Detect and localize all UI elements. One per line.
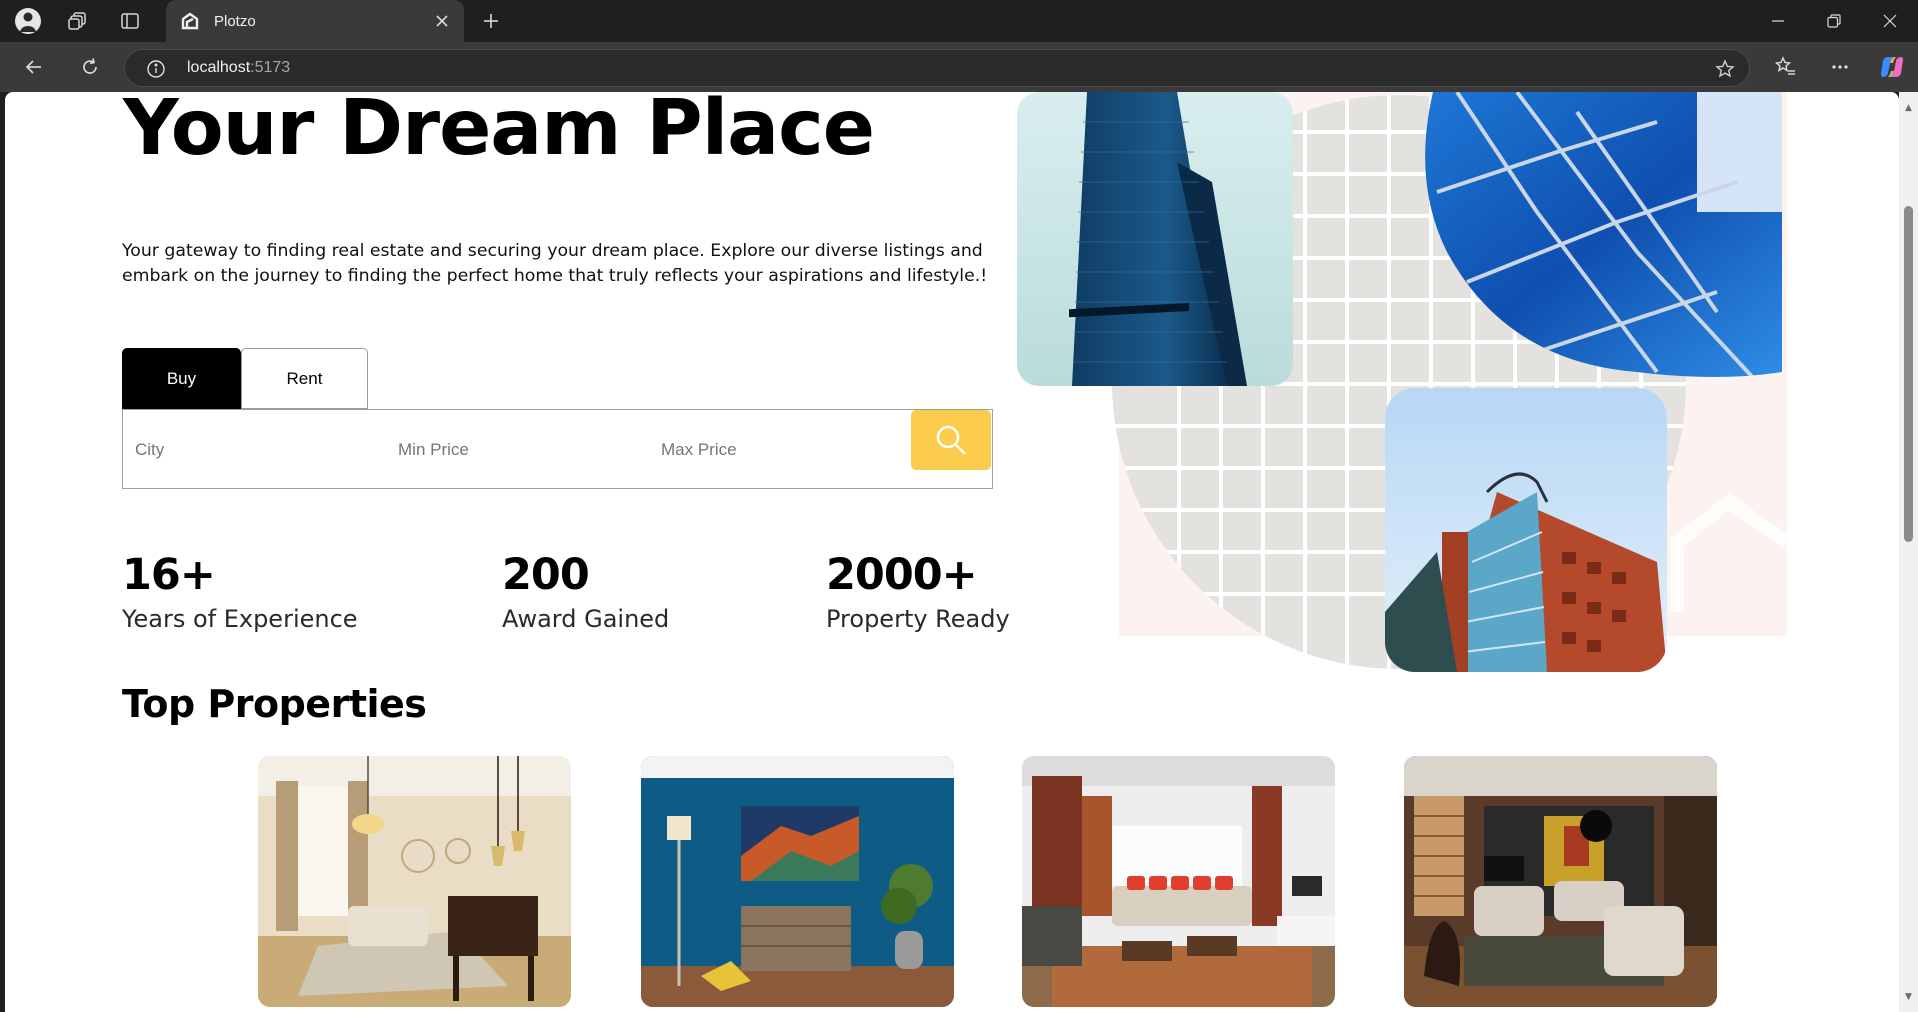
restore-window-icon[interactable] [1806, 0, 1862, 42]
search-button[interactable] [911, 410, 991, 470]
stat-value: 16+ [122, 550, 216, 600]
close-window-icon[interactable] [1862, 0, 1918, 42]
stat-label: Years of Experience [122, 605, 358, 633]
stat-properties: 2000+ Property Ready [826, 550, 1010, 635]
scrollbar-thumb[interactable] [1904, 206, 1913, 542]
stat-label: Property Ready [826, 605, 1010, 633]
scroll-up-arrow-icon[interactable]: ▲ [1903, 102, 1914, 113]
stat-value: 200 [502, 550, 590, 600]
site-info-icon[interactable] [145, 58, 167, 80]
stat-experience: 16+ Years of Experience [122, 550, 358, 635]
plotzo-logo-icon [178, 9, 202, 33]
back-arrow-icon[interactable] [16, 49, 52, 85]
favorite-star-icon[interactable] [1713, 57, 1737, 81]
profile-avatar-icon[interactable] [10, 5, 46, 37]
copilot-icon[interactable] [1874, 49, 1910, 85]
new-tab-button[interactable] [474, 5, 508, 37]
top-properties-title: Top Properties [122, 682, 427, 726]
close-tab-icon[interactable] [430, 9, 454, 33]
property-card-image[interactable] [641, 756, 954, 1007]
url-host: localhost [187, 59, 251, 76]
page-scrollbar[interactable]: ▲ ▼ [1899, 92, 1918, 1012]
tab-actions-icon[interactable] [112, 5, 148, 37]
page-viewport: Your Dream Place Your gateway to finding… [5, 92, 1899, 1012]
min-price-input[interactable] [398, 438, 618, 462]
favorites-list-icon[interactable] [1768, 49, 1804, 85]
hero-title: Your Dream Place [123, 92, 875, 173]
browser-tab-active[interactable]: Plotzo [166, 0, 464, 42]
property-card-image[interactable] [1022, 756, 1335, 1007]
browser-tab-strip: Plotzo [0, 0, 1918, 42]
city-input[interactable] [135, 438, 355, 462]
refresh-icon[interactable] [72, 49, 108, 85]
scroll-down-arrow-icon[interactable]: ▼ [1903, 991, 1914, 1002]
workspaces-icon[interactable] [60, 5, 96, 37]
address-bar[interactable]: localhost:5173 [124, 49, 1750, 87]
more-options-icon[interactable] [1822, 49, 1858, 85]
tab-rent[interactable]: Rent [241, 348, 368, 409]
search-icon [936, 425, 966, 455]
tab-title: Plotzo [214, 12, 256, 30]
property-card-image[interactable] [1404, 756, 1717, 1007]
max-price-input[interactable] [661, 438, 881, 462]
hero-image-collage [1017, 92, 1787, 672]
url-port: :5173 [250, 59, 291, 76]
minimize-window-icon[interactable] [1750, 0, 1806, 42]
property-search-form [122, 409, 993, 489]
hero-description: Your gateway to finding real estate and … [122, 241, 988, 286]
browser-toolbar: localhost:5173 [0, 42, 1918, 92]
property-card-image[interactable] [258, 756, 571, 1007]
stat-label: Award Gained [502, 605, 670, 633]
url-text: localhost:5173 [187, 59, 290, 77]
stat-awards: 200 Award Gained [502, 550, 669, 635]
stat-value: 2000+ [826, 550, 978, 600]
search-mode-tabs: Buy Rent [122, 348, 368, 409]
tab-buy[interactable]: Buy [122, 348, 241, 409]
